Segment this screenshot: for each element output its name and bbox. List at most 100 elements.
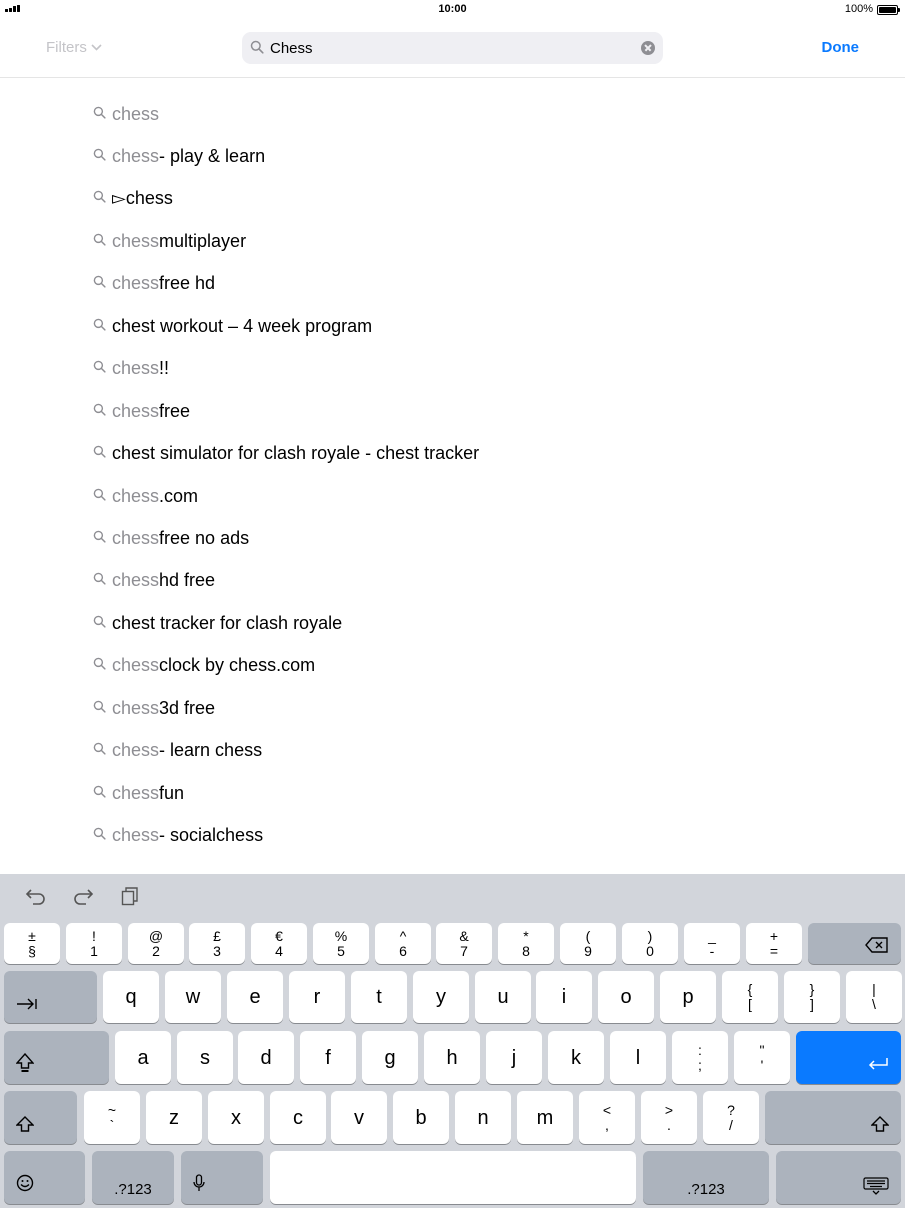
key-w[interactable]: w (165, 971, 221, 1023)
key-j[interactable]: j (486, 1031, 542, 1084)
key-c[interactable]: c (270, 1091, 326, 1144)
key-6[interactable]: ^ 6 (375, 923, 431, 964)
key-symbol[interactable]: ? / (703, 1091, 759, 1144)
key-h[interactable]: h (424, 1031, 480, 1084)
hide-keyboard-key[interactable] (776, 1151, 901, 1204)
key-r[interactable]: r (289, 971, 345, 1023)
paste-icon[interactable] (121, 886, 139, 906)
suggestion-item[interactable]: chest workout – 4 week program (93, 311, 372, 341)
key-u[interactable]: u (475, 971, 531, 1023)
key-z[interactable]: z (146, 1091, 202, 1144)
suggestion-item[interactable]: chess (93, 99, 159, 129)
key-symbol[interactable]: {[ (722, 971, 778, 1023)
key-e[interactable]: e (227, 971, 283, 1023)
suggestion-item[interactable]: chess multiplayer (93, 226, 246, 256)
caps-lock-key[interactable] (4, 1031, 109, 1084)
key-2[interactable]: @2 (128, 923, 184, 964)
key-9[interactable]: (9 (560, 923, 616, 964)
key-b[interactable]: b (393, 1091, 449, 1144)
key-q[interactable]: q (103, 971, 159, 1023)
suggestion-completion-text: chest workout – 4 week program (112, 315, 373, 336)
key-letter: j (511, 1046, 517, 1069)
key-5[interactable]: % 5 (313, 923, 369, 964)
key-symbol[interactable]: " ' (734, 1031, 790, 1084)
key-symbol[interactable]: }] (784, 971, 840, 1023)
key-symbol[interactable]: | \ (846, 971, 902, 1023)
key-f[interactable]: f (300, 1031, 356, 1084)
key-§[interactable]: ± § (4, 923, 60, 964)
shift-left-key[interactable] (4, 1091, 77, 1144)
key-shift-symbol: _ (708, 927, 716, 944)
key-0[interactable]: ) 0 (622, 923, 678, 964)
tab-icon (16, 997, 38, 1015)
key-d[interactable]: d (238, 1031, 294, 1084)
key-a[interactable]: a (115, 1031, 171, 1084)
clear-icon[interactable] (641, 41, 655, 55)
key-3[interactable]: £3 (189, 923, 245, 964)
key-o[interactable]: o (598, 971, 654, 1023)
key-y[interactable]: y (413, 971, 469, 1023)
key--[interactable]: _ - (684, 923, 740, 964)
numbers-key-right[interactable]: .?123 (643, 1151, 769, 1204)
suggestion-item[interactable]: chess free no ads (93, 524, 249, 554)
key-symbol[interactable]: :; (672, 1031, 728, 1084)
key-base-symbol: 9 (584, 942, 592, 959)
key-x[interactable]: x (208, 1091, 264, 1144)
emoji-key[interactable] (4, 1151, 85, 1204)
key-4[interactable]: €4 (251, 923, 307, 964)
undo-icon[interactable] (25, 886, 47, 906)
tab-key[interactable] (4, 971, 97, 1023)
search-icon (93, 742, 106, 755)
search-icon (93, 360, 106, 373)
key-m[interactable]: m (517, 1091, 573, 1144)
search-icon (93, 318, 106, 331)
search-bar[interactable] (242, 32, 663, 64)
key-p[interactable]: p (660, 971, 716, 1023)
key-letter: p (682, 986, 694, 1008)
search-input[interactable] (270, 32, 630, 64)
numbers-key-left[interactable]: .?123 (92, 1151, 174, 1204)
space-bar[interactable] (270, 1151, 636, 1204)
shift-right-key[interactable] (765, 1091, 901, 1144)
suggestion-item[interactable]: ▻chess (93, 184, 173, 214)
dictation-key[interactable] (181, 1151, 263, 1204)
key-=[interactable]: + = (746, 923, 802, 964)
key-symbol[interactable]: >. (641, 1091, 697, 1144)
suggestion-item[interactable]: chess clock by chess.com (93, 651, 315, 681)
key-t[interactable]: t (351, 971, 407, 1023)
key-8[interactable]: * 8 (498, 923, 554, 964)
suggestion-completion-text: - play & learn (159, 145, 266, 166)
key-shift-symbol: { (747, 981, 753, 997)
key-v[interactable]: v (331, 1091, 387, 1144)
redo-icon[interactable] (72, 886, 94, 906)
search-icon (250, 40, 264, 54)
key-n[interactable]: n (455, 1091, 511, 1144)
suggestion-item[interactable]: chess - socialchess (93, 821, 263, 851)
suggestion-item[interactable]: chest simulator for clash royale - chest… (93, 439, 479, 469)
key-7[interactable]: & 7 (436, 923, 492, 964)
return-key[interactable] (796, 1031, 901, 1084)
key-tilde[interactable]: ~ ` (84, 1091, 140, 1144)
key-i[interactable]: i (536, 971, 592, 1023)
suggestion-item[interactable]: chess .com (93, 481, 198, 511)
key-1[interactable]: ! 1 (66, 923, 122, 964)
suggestion-item[interactable]: chess!! (93, 354, 169, 384)
key-symbol[interactable]: <, (579, 1091, 635, 1144)
suggestion-item[interactable]: chest tracker for clash royale (93, 608, 342, 638)
delete-key[interactable] (808, 923, 901, 964)
key-shift-symbol: + (769, 927, 779, 944)
suggestion-item[interactable]: chess free (93, 396, 190, 426)
suggestion-item[interactable]: chess - play & learn (93, 141, 265, 171)
done-button[interactable]: Done (822, 39, 860, 56)
suggestion-item[interactable]: chess free hd (93, 269, 215, 299)
filters-button[interactable]: Filters (46, 39, 102, 56)
suggestion-item[interactable]: chess - learn chess (93, 736, 262, 766)
key-g[interactable]: g (362, 1031, 418, 1084)
suggestion-item[interactable]: chess fun (93, 778, 184, 808)
suggestion-typed-text: chess (112, 655, 160, 676)
suggestion-item[interactable]: chess 3d free (93, 693, 215, 723)
key-s[interactable]: s (177, 1031, 233, 1084)
key-k[interactable]: k (548, 1031, 604, 1084)
suggestion-item[interactable]: chess hd free (93, 566, 215, 596)
key-l[interactable]: l (610, 1031, 666, 1084)
